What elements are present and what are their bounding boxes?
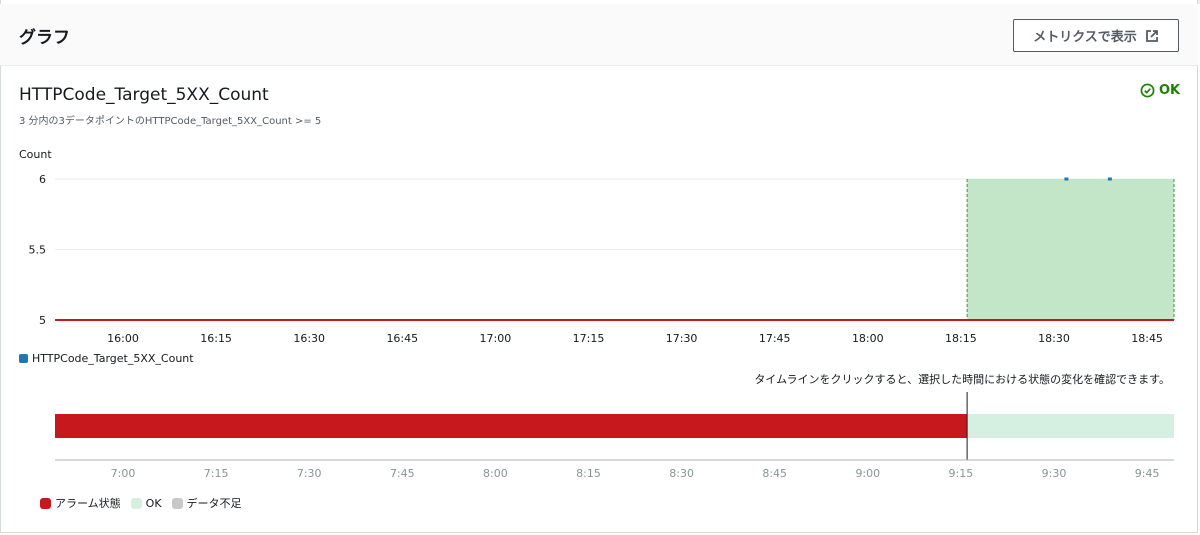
timeline-tick-label: 8:00 [483, 467, 508, 480]
x-tick-label: 18:30 [1038, 332, 1070, 345]
timeline-tick-label: 8:30 [669, 467, 694, 480]
alarm-state-swatch [40, 497, 51, 509]
charts-svg: 6 5.5 5 16:00 16:15 16:30 16:45 17:00 17:15 17:30… [29, 173, 1175, 480]
alarm-state-segment [55, 414, 968, 438]
x-tick-label: 17:30 [666, 332, 698, 345]
legend-alarm-label: アラーム状態 [55, 497, 121, 510]
timeline-tick-label: 8:15 [576, 467, 601, 480]
data-point [1064, 177, 1069, 181]
insufficient-data-swatch [171, 497, 183, 509]
timeline-tick-label: 7:45 [390, 467, 415, 480]
x-tick-label: 18:15 [945, 332, 977, 345]
series-swatch [19, 354, 28, 363]
y-tick-label: 6 [39, 173, 46, 186]
ok-state-swatch [130, 497, 142, 509]
x-tick-label: 17:45 [759, 332, 791, 345]
timeline-tick-label: 9:00 [855, 467, 880, 480]
state-legend: アラーム状態 OK データ不足 [40, 495, 242, 511]
timeline-tick-label: 9:30 [1042, 467, 1067, 480]
x-tick-label: 16:15 [200, 332, 232, 345]
x-tick-label: 17:15 [573, 332, 605, 345]
timeline-tick-label: 7:00 [111, 467, 136, 480]
timeline-hint: タイムラインをクリックすると、選択した時間における状態の変化を確認できます。 [754, 373, 1170, 386]
x-tick-label: 16:30 [293, 332, 325, 345]
timeline-tick-label: 9:45 [1135, 467, 1160, 480]
x-tick-label: 16:45 [386, 332, 418, 345]
x-tick-label: 18:45 [1131, 332, 1163, 345]
metric-legend[interactable]: HTTPCode_Target_5XX_Count [19, 352, 194, 365]
y-tick-label: 5 [39, 314, 46, 327]
legend-insufficient-label: データ不足 [186, 497, 242, 510]
timeline-tick-label: 7:15 [204, 467, 229, 480]
y-tick-label: 5.5 [29, 244, 47, 257]
ok-region [967, 179, 1174, 320]
x-tick-label: 17:00 [480, 332, 512, 345]
x-tick-label: 18:00 [852, 332, 884, 345]
x-tick-label: 16:00 [107, 332, 139, 345]
legend-series-label: HTTPCode_Target_5XX_Count [32, 352, 194, 365]
timeline-tick-label: 8:45 [762, 467, 787, 480]
state-timeline[interactable]: 7:00 7:15 7:30 7:45 8:00 8:15 8:30 8:45 9:00 9:15… [55, 392, 1174, 480]
timeline-tick-label: 9:15 [949, 467, 974, 480]
ok-state-segment [967, 414, 1174, 438]
data-point [1107, 177, 1112, 181]
legend-ok-label: OK [145, 496, 162, 510]
timeline-tick-label: 7:30 [297, 467, 322, 480]
metric-chart[interactable]: 6 5.5 5 16:00 16:15 16:30 16:45 17:00 17:15 17:30… [29, 173, 1175, 345]
